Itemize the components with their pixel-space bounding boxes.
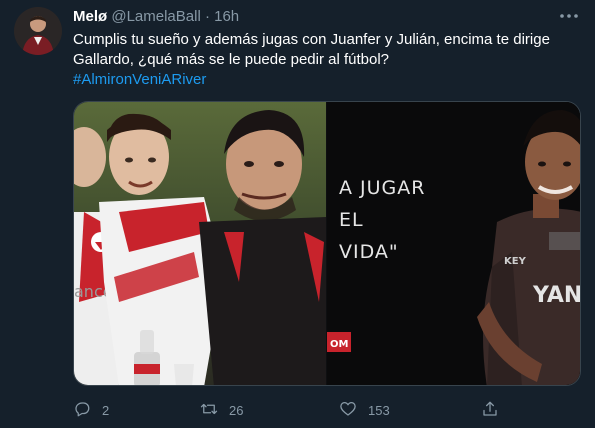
reply-count: 2	[102, 402, 110, 418]
like-button[interactable]: 153	[339, 398, 390, 422]
share-button[interactable]	[481, 398, 499, 422]
avatar[interactable]	[14, 7, 62, 55]
overlay-line-3: VIDA"	[339, 241, 399, 263]
tweet-media[interactable]: ancés KEY YAN A JUGAR EL VIDA" OM	[73, 101, 581, 386]
tweet-header: Melø @LamelaBall · 16h	[73, 8, 239, 26]
overlay-line-1: A JUGAR	[339, 177, 425, 199]
author-handle[interactable]: @LamelaBall	[111, 8, 200, 25]
timestamp[interactable]: 16h	[214, 8, 239, 25]
separator-dot: ·	[204, 8, 210, 25]
like-count: 153	[368, 402, 390, 418]
red-tag: OM	[330, 339, 349, 350]
heart-icon	[339, 400, 357, 421]
overlay-line-2: EL	[339, 209, 364, 231]
shirt-text-right: YAN	[532, 283, 581, 308]
retweet-button[interactable]: 26	[200, 398, 243, 422]
ellipsis-icon[interactable]	[557, 4, 581, 28]
tweet[interactable]: Melø @LamelaBall · 16h Cumplis tu sueño …	[0, 0, 595, 428]
author-name[interactable]: Melø	[73, 8, 107, 25]
tweet-text: Cumplis tu sueño y además jugas con Juan…	[73, 30, 578, 90]
reply-button[interactable]: 2	[73, 398, 109, 422]
tweet-actions: 2 26 153	[73, 398, 578, 422]
tweet-text-line: Cumplis tu sueño y además jugas con Juan…	[73, 31, 550, 48]
share-icon	[481, 400, 499, 421]
retweet-count: 26	[229, 402, 244, 418]
kit-sponsor: KEY	[504, 256, 527, 267]
tweet-text-line: Gallardo, ¿qué más se le puede pedir al …	[73, 51, 390, 68]
photo-player[interactable]: KEY YAN A JUGAR EL VIDA" OM	[327, 102, 581, 385]
reply-icon	[73, 400, 91, 421]
retweet-icon	[200, 400, 218, 421]
hashtag-link[interactable]: #AlmironVeniARiver	[73, 71, 206, 88]
photo-friends[interactable]: ancés	[74, 102, 326, 385]
